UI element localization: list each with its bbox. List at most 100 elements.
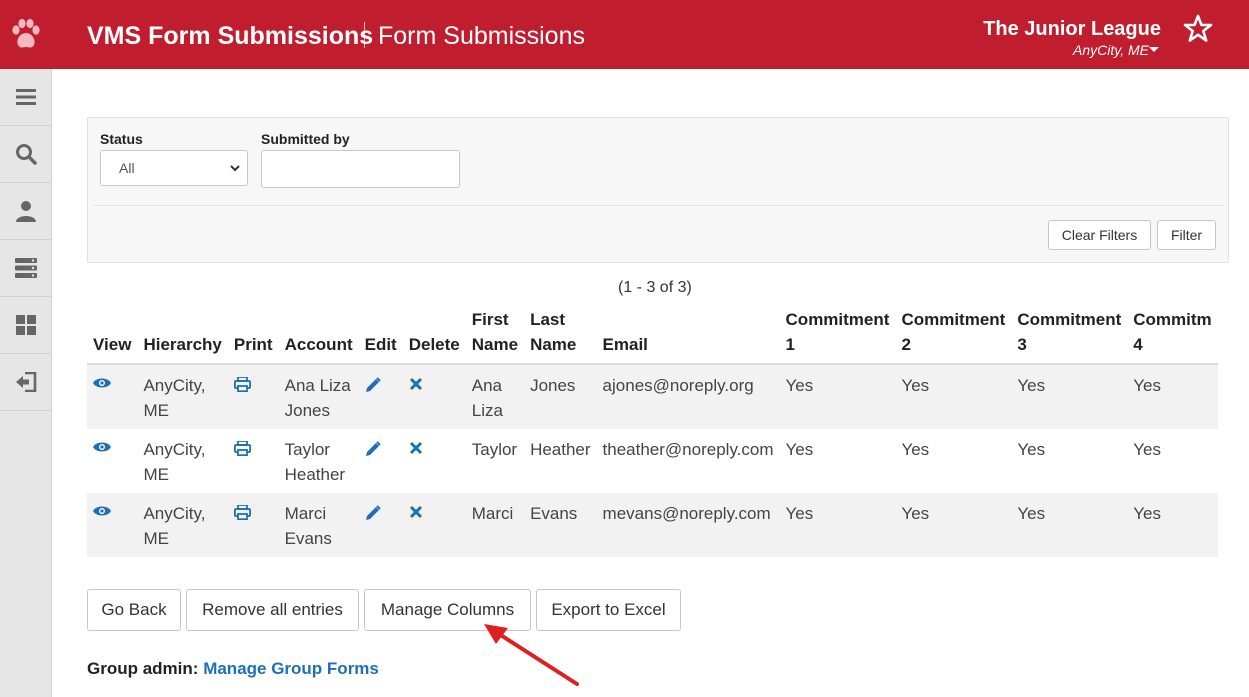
commitment-3-cell: Yes — [1011, 364, 1128, 429]
col-hierarchy: Hierarchy — [137, 303, 228, 365]
pencil-icon[interactable] — [365, 377, 381, 393]
commitment-3-cell: Yes — [1011, 493, 1128, 557]
col-first-name-line2: Name — [471, 335, 519, 354]
pencil-icon[interactable] — [365, 505, 381, 521]
commitment-4-cell: Yes — [1127, 493, 1218, 557]
sidebar-item-user[interactable] — [0, 183, 52, 240]
eye-icon[interactable] — [93, 441, 111, 453]
first-name-cell: Taylor — [471, 440, 518, 459]
col-print: Print — [227, 303, 279, 365]
account-cell-line2: Jones — [284, 401, 330, 420]
col-first-name-line1: First — [471, 310, 509, 329]
filter-button[interactable]: Filter — [1157, 220, 1216, 250]
group-admin-label: Group admin: — [87, 659, 199, 678]
filter-panel: Status All Submitted by Clear Filters Fi… — [87, 117, 1229, 263]
go-back-button[interactable]: Go Back — [87, 589, 181, 631]
commitment-2-cell: Yes — [895, 364, 1012, 429]
submitted-by-input[interactable] — [261, 150, 460, 188]
chevron-down-icon[interactable] — [1149, 47, 1159, 52]
first-name-cell: Marci — [471, 504, 514, 523]
sidebar-item-server[interactable] — [0, 240, 52, 297]
col-c2-line2: 2 — [901, 335, 911, 354]
pencil-icon[interactable] — [365, 441, 381, 457]
sidebar — [0, 69, 52, 697]
col-last-name-line2: Name — [530, 335, 577, 354]
commitment-4-cell: Yes — [1127, 429, 1218, 493]
col-commitment-1[interactable]: Commitment 1 — [779, 303, 896, 365]
hierarchy-cell-line2: ME — [143, 401, 169, 420]
group-admin-line: Group admin: Manage Group Forms — [87, 659, 379, 679]
submissions-table: View Hierarchy Print Account Edit Delete… — [87, 303, 1218, 557]
email-cell: ajones@noreply.org — [596, 364, 780, 429]
col-delete: Delete — [402, 303, 466, 365]
delete-x-icon[interactable] — [409, 441, 423, 455]
org-name[interactable]: The Junior League — [983, 17, 1161, 41]
col-first-name[interactable]: First Name — [465, 303, 525, 365]
title-divider — [364, 22, 365, 48]
print-icon[interactable] — [233, 377, 251, 392]
col-commitment-2[interactable]: Commitment 2 — [895, 303, 1012, 365]
clear-filters-button[interactable]: Clear Filters — [1048, 220, 1151, 250]
col-c3-line2: 3 — [1017, 335, 1027, 354]
sidebar-item-dashboard[interactable] — [0, 297, 52, 354]
annotation-arrow-icon — [484, 624, 579, 686]
account-cell-line2: Heather — [284, 465, 346, 484]
commitment-2-cell: Yes — [895, 429, 1012, 493]
col-c3-line1: Commitment — [1017, 310, 1122, 329]
table-row: AnyCity, ME Taylor Heather Taylor Heather … — [87, 429, 1218, 493]
email-cell: theather@noreply.com — [596, 429, 780, 493]
print-icon[interactable] — [233, 441, 251, 456]
col-c1-line1: Commitment — [785, 310, 890, 329]
hierarchy-cell-line2: ME — [143, 529, 169, 548]
hierarchy-cell: AnyCity, — [143, 504, 206, 523]
account-cell-line2: Evans — [284, 529, 332, 548]
delete-x-icon[interactable] — [409, 377, 423, 391]
col-c1-line2: 1 — [785, 335, 795, 354]
hierarchy-cell: AnyCity, — [143, 376, 206, 395]
first-name-cell: Ana — [471, 376, 502, 395]
col-c4-line2: 4 — [1133, 335, 1143, 354]
sidebar-item-logout[interactable] — [0, 354, 52, 411]
filter-divider — [94, 205, 1224, 206]
account-cell: Marci — [284, 504, 327, 523]
col-c2-line1: Commitment — [901, 310, 1006, 329]
last-name-cell: Evans — [524, 493, 597, 557]
submitted-by-label: Submitted by — [261, 131, 350, 147]
chevron-down-icon — [230, 165, 240, 172]
col-last-name-line1: Last — [530, 310, 566, 329]
last-name-cell: Jones — [524, 364, 597, 429]
delete-x-icon[interactable] — [409, 505, 423, 519]
app-title: VMS Form Submissions — [87, 22, 374, 50]
commitment-2-cell: Yes — [895, 493, 1012, 557]
results-count: (1 - 3 of 3) — [618, 279, 692, 296]
status-select[interactable]: All — [100, 150, 248, 186]
print-icon[interactable] — [233, 505, 251, 520]
col-edit: Edit — [358, 303, 403, 365]
top-bar: VMS Form Submissions Form Submissions Th… — [0, 0, 1249, 69]
sidebar-item-menu[interactable] — [0, 69, 52, 126]
first-name-cell-line2: Liza — [471, 401, 503, 420]
status-select-value: All — [119, 160, 135, 176]
page-title: Form Submissions — [378, 22, 585, 50]
remove-all-entries-button[interactable]: Remove all entries — [186, 589, 359, 631]
email-cell: mevans@noreply.com — [596, 493, 780, 557]
star-icon[interactable] — [1183, 14, 1213, 44]
commitment-1-cell: Yes — [779, 364, 896, 429]
dashboard-icon — [16, 315, 36, 335]
col-email[interactable]: Email — [596, 303, 780, 365]
col-commitment-4[interactable]: Commitm 4 — [1127, 303, 1218, 365]
eye-icon[interactable] — [93, 505, 111, 517]
eye-icon[interactable] — [93, 377, 111, 389]
sidebar-item-search[interactable] — [0, 126, 52, 183]
paw-logo-icon[interactable] — [0, 0, 52, 69]
col-account: Account — [278, 303, 359, 365]
menu-icon — [16, 89, 36, 105]
col-last-name[interactable]: Last Name — [524, 303, 597, 365]
commitment-1-cell: Yes — [779, 493, 896, 557]
manage-group-forms-link[interactable]: Manage Group Forms — [203, 659, 379, 678]
status-label: Status — [100, 131, 143, 147]
hierarchy-cell-line2: ME — [143, 465, 169, 484]
commitment-4-cell: Yes — [1127, 364, 1218, 429]
org-city[interactable]: AnyCity, ME — [1073, 41, 1149, 59]
col-commitment-3[interactable]: Commitment 3 — [1011, 303, 1128, 365]
